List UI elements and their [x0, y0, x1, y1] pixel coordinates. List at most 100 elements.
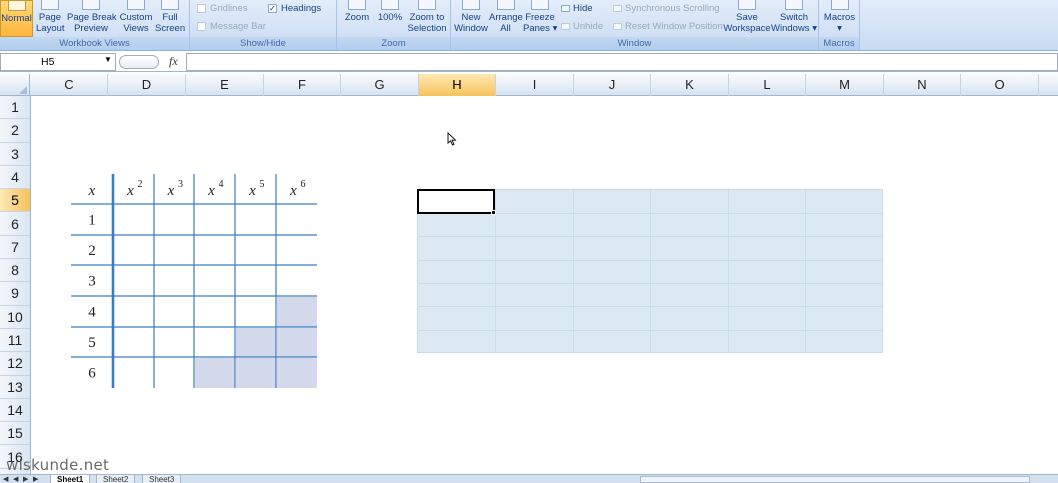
row-header-9[interactable]: 9	[0, 282, 30, 306]
full-screen-button[interactable]: Full Screen	[155, 0, 185, 34]
arrange-all-button[interactable]: Arrange All	[489, 0, 523, 34]
freeze-panes-button[interactable]: Freeze Panes ▾	[523, 0, 557, 34]
row-header-7[interactable]: 7	[0, 236, 30, 260]
column-header-j[interactable]: J	[574, 74, 651, 96]
previous-sheet-arrow-icon[interactable]: ◀	[13, 475, 18, 483]
freeze-panes-icon	[531, 0, 549, 10]
range-gridline-v	[573, 190, 574, 352]
shaded-cell	[277, 328, 317, 357]
zoom-label: Zoom	[337, 37, 450, 50]
next-sheet-arrow-icon[interactable]: ▶	[23, 475, 28, 483]
zoom-group: Zoom 100% Zoom to Selection Zoom	[337, 0, 451, 50]
row-header-3[interactable]: 3	[0, 143, 30, 166]
name-box[interactable]: H5	[0, 53, 116, 71]
synchronous-scrolling-button[interactable]: Synchronous Scrolling	[613, 3, 720, 14]
column-header-e[interactable]: E	[186, 74, 264, 96]
macros-group: Macros ▾ Macros	[819, 0, 860, 50]
row-header-1[interactable]: 1	[0, 96, 30, 120]
switch-windows-icon	[785, 0, 803, 10]
save-workspace-button[interactable]: Save Workspace	[723, 0, 771, 34]
previous-sheet-arrow-icon[interactable]: ◀	[3, 475, 8, 483]
column-header-i[interactable]: I	[496, 74, 574, 96]
column-header-o[interactable]: O	[961, 74, 1039, 96]
new-window-button[interactable]: New Window	[454, 0, 488, 34]
column-header-c[interactable]: C	[31, 74, 108, 96]
message-bar-checkbox[interactable]: Message Bar	[197, 21, 266, 32]
macros-label: Macros	[819, 37, 859, 50]
gridlines-checkbox[interactable]: Gridlines	[197, 3, 248, 14]
table-row-value: 5	[88, 335, 96, 351]
table-header-power: x	[248, 183, 256, 199]
shaded-cell	[236, 328, 276, 357]
row-header-5[interactable]: 5	[0, 189, 30, 213]
unhide-button[interactable]: Unhide	[561, 21, 603, 32]
macros-button[interactable]: Macros ▾	[821, 0, 858, 34]
zoom-button[interactable]: Zoom	[342, 0, 372, 23]
show-hide-label: Show/Hide	[190, 37, 336, 50]
custom-views-button[interactable]: Custom Views	[119, 0, 153, 34]
table-row-value: 6	[88, 366, 96, 382]
column-header-f[interactable]: F	[264, 74, 341, 96]
row-header-8[interactable]: 8	[0, 259, 30, 283]
row-header-2[interactable]: 2	[0, 119, 30, 143]
select-all-icon	[19, 86, 27, 94]
column-header-k[interactable]: K	[651, 74, 729, 96]
range-gridline-h	[418, 330, 882, 331]
row-header-12[interactable]: 12	[0, 352, 30, 376]
zoom-to-selection-button[interactable]: Zoom to Selection	[407, 0, 447, 34]
column-header-l[interactable]: L	[729, 74, 806, 96]
zoom-to-selection-icon	[418, 0, 436, 10]
formula-bar: H5 ▼ fx	[0, 52, 1058, 72]
zoom-100-icon	[381, 0, 399, 10]
range-gridline-h	[418, 260, 882, 261]
column-header-n[interactable]: N	[884, 74, 961, 96]
chevron-down-icon[interactable]: ▼	[104, 55, 112, 64]
headings-checkbox[interactable]: ✓ Headings	[268, 3, 321, 14]
insert-function-icon[interactable]: fx	[169, 54, 178, 69]
fill-handle[interactable]	[491, 210, 496, 215]
window-group: New Window Arrange All Freeze Panes ▾ Hi…	[451, 0, 819, 50]
row-header-14[interactable]: 14	[0, 399, 30, 423]
column-header-h[interactable]: H	[419, 74, 496, 96]
table-row-value: 4	[88, 305, 96, 321]
hide-button[interactable]: Hide	[561, 3, 593, 14]
zoom-100-button[interactable]: 100%	[376, 0, 404, 23]
column-header-d[interactable]: D	[108, 74, 186, 96]
select-all-corner[interactable]	[0, 74, 30, 96]
reset-window-position-button[interactable]: Reset Window Position	[613, 21, 723, 32]
sheet-tab-3[interactable]: Sheet3	[142, 475, 182, 483]
row-header-6[interactable]: 6	[0, 213, 30, 236]
show-hide-group: Gridlines ✓ Headings Message Bar Show/Hid…	[190, 0, 337, 50]
sheet-tab-1[interactable]: Sheet1	[50, 475, 91, 483]
formula-splitter[interactable]	[119, 55, 159, 69]
formula-tools: fx	[117, 54, 185, 70]
page-layout-button[interactable]: Page Layout	[36, 0, 65, 34]
save-workspace-icon	[738, 0, 756, 10]
row-header-10[interactable]: 10	[0, 306, 30, 329]
shaded-cell	[277, 358, 317, 388]
range-gridline-v	[650, 190, 651, 352]
row-header-11[interactable]: 11	[0, 329, 30, 353]
window-label: Window	[451, 37, 818, 50]
table-row-value: 2	[88, 243, 96, 259]
table-header-power: x	[126, 183, 134, 199]
shaded-cell	[236, 358, 276, 388]
column-header-m[interactable]: M	[806, 74, 884, 96]
normal-view-button[interactable]: Normal	[0, 0, 33, 37]
formula-input[interactable]	[186, 53, 1058, 71]
row-header-4[interactable]: 4	[0, 166, 30, 190]
table-header-power: x	[167, 183, 175, 199]
horizontal-scrollbar[interactable]	[640, 476, 1030, 483]
row-header-13[interactable]: 13	[0, 376, 30, 399]
switch-windows-button[interactable]: Switch Windows ▾	[771, 0, 817, 34]
table-header-exponent: 2	[138, 179, 143, 190]
sheet-tab-2[interactable]: Sheet2	[96, 475, 136, 483]
row-header-bar: 1 2 3 4 5 6 7 8 9 10 11 12 13 14 15 16	[0, 96, 31, 474]
column-header-g[interactable]: G	[341, 74, 419, 96]
table-header-power: x	[289, 183, 297, 199]
row-header-15[interactable]: 15	[0, 422, 30, 446]
next-sheet-arrow-icon[interactable]: ▶	[33, 475, 38, 483]
worksheet-grid[interactable]: xx2x3x4x5x6123456	[31, 96, 1058, 474]
active-cell[interactable]	[417, 189, 495, 214]
page-break-preview-button[interactable]: Page Break Preview	[67, 0, 117, 34]
